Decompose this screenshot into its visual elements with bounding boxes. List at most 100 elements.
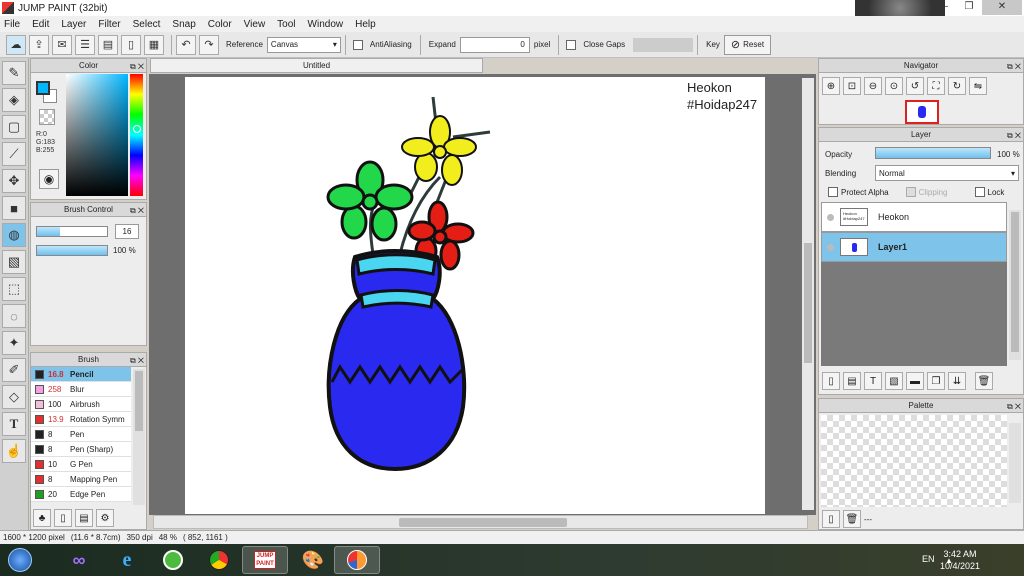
- blending-select[interactable]: Normal ▾: [875, 165, 1019, 181]
- close-gaps-checkbox[interactable]: [566, 39, 577, 50]
- menu-view[interactable]: View: [244, 19, 266, 30]
- brush-scroll-thumb[interactable]: [135, 371, 143, 431]
- rotate-left-icon[interactable]: ↺: [906, 77, 924, 95]
- layer-row-layer1[interactable]: Layer1: [821, 232, 1007, 262]
- brush-scrollbar[interactable]: [133, 369, 145, 505]
- select-rect-icon[interactable]: ⬚: [2, 277, 26, 301]
- lock-checkbox[interactable]: [974, 187, 985, 197]
- firefox-icon[interactable]: [334, 546, 380, 574]
- redo-icon[interactable]: ↷: [199, 34, 219, 55]
- page-icon[interactable]: ▯: [121, 34, 141, 55]
- close-button[interactable]: ✕: [982, 0, 1022, 15]
- new-text-layer-icon[interactable]: T: [864, 372, 882, 390]
- coccoc-icon[interactable]: [150, 546, 196, 574]
- menu-layer[interactable]: Layer: [61, 19, 86, 30]
- magic-wand-icon[interactable]: ✦: [2, 331, 26, 355]
- brush-item[interactable]: 100 Airbrush: [31, 397, 131, 412]
- language-indicator[interactable]: EN: [922, 554, 935, 564]
- start-button[interactable]: [0, 546, 40, 574]
- hand-icon[interactable]: ☝: [2, 439, 26, 463]
- brush-item[interactable]: 10 G Pen: [31, 457, 131, 472]
- select-pen-icon[interactable]: ✐: [2, 358, 26, 382]
- eraser-icon[interactable]: ◈: [2, 88, 26, 112]
- minimize-button[interactable]: —: [930, 0, 956, 15]
- panel-controls-icon[interactable]: ⧉ ✕: [130, 204, 144, 218]
- new-swatch-icon[interactable]: ▯: [822, 510, 840, 528]
- clipping-checkbox[interactable]: [905, 187, 916, 197]
- flip-icon[interactable]: ⇋: [969, 77, 987, 95]
- menu-tool[interactable]: Tool: [277, 19, 295, 30]
- select-eraser-icon[interactable]: ◇: [2, 385, 26, 409]
- palette-icon[interactable]: ◉: [39, 169, 59, 189]
- new-folder-icon[interactable]: ▬: [906, 372, 924, 390]
- fill-rect-icon[interactable]: ■: [2, 196, 26, 220]
- gradient-icon[interactable]: ▧: [2, 250, 26, 274]
- chrome-icon[interactable]: [196, 546, 242, 574]
- panel-controls-icon[interactable]: ⧉ ✕: [1007, 60, 1021, 74]
- rectangle-icon[interactable]: ▢: [2, 115, 26, 139]
- brush-tree-icon[interactable]: ♣: [33, 509, 51, 527]
- zoom-in-icon[interactable]: ⊕: [822, 77, 840, 95]
- visibility-icon[interactable]: [827, 213, 834, 221]
- brush-size-input[interactable]: 16: [115, 224, 139, 239]
- horizontal-scroll-thumb[interactable]: [399, 518, 567, 527]
- new-raster-icon[interactable]: ▤: [843, 372, 861, 390]
- canvas-vertical-scrollbar[interactable]: [802, 78, 814, 510]
- reset-button[interactable]: ⊘ Reset: [723, 34, 772, 55]
- panel-controls-icon[interactable]: ⧉ ✕: [130, 60, 144, 74]
- vertical-scroll-thumb[interactable]: [804, 243, 812, 363]
- jump-paint-taskbar-icon[interactable]: JUMP PAINT: [242, 546, 288, 574]
- zoom-out-icon[interactable]: ⊖: [864, 77, 882, 95]
- new-layer-icon[interactable]: ▯: [822, 372, 840, 390]
- paint-icon[interactable]: 🎨: [290, 546, 336, 574]
- hue-handle[interactable]: [133, 125, 141, 133]
- brush-options-icon[interactable]: ▤: [75, 509, 93, 527]
- panel-controls-icon[interactable]: ⧉ ✕: [1007, 129, 1021, 143]
- cloud-icon[interactable]: ☁: [6, 34, 26, 55]
- layer-scrollbar[interactable]: [1009, 210, 1021, 360]
- canvas-horizontal-scrollbar[interactable]: [153, 515, 808, 529]
- menu-window[interactable]: Window: [308, 19, 344, 30]
- palette-swatches[interactable]: [821, 415, 1007, 507]
- restore-button[interactable]: ❐: [956, 0, 982, 15]
- antialiasing-checkbox[interactable]: [352, 39, 363, 50]
- lasso-icon[interactable]: ◌: [2, 304, 26, 328]
- foreground-color-swatch[interactable]: [36, 81, 50, 95]
- merge-layer-icon[interactable]: ⇊: [948, 372, 966, 390]
- protect-alpha-checkbox[interactable]: [828, 187, 838, 197]
- brush-size-slider[interactable]: [36, 226, 108, 237]
- navigator-preview[interactable]: [905, 100, 939, 124]
- brush-icon[interactable]: ✎: [2, 61, 26, 85]
- panel-controls-icon[interactable]: ⧉ ✕: [1007, 400, 1021, 414]
- menu-edit[interactable]: Edit: [32, 19, 49, 30]
- brush-settings-icon[interactable]: ⚙: [96, 509, 114, 527]
- undo-icon[interactable]: ↶: [176, 34, 196, 55]
- system-clock[interactable]: 3:42 AM 10/4/2021: [940, 548, 980, 572]
- text-icon[interactable]: T: [2, 412, 26, 436]
- new-brush-icon[interactable]: ▯: [54, 509, 72, 527]
- visibility-icon[interactable]: [827, 243, 834, 251]
- rotate-right-icon[interactable]: ↻: [948, 77, 966, 95]
- palette-scrollbar[interactable]: [1009, 423, 1021, 503]
- brush-item[interactable]: 258 Blur: [31, 382, 131, 397]
- color-picker-square[interactable]: [66, 74, 128, 196]
- menu-color[interactable]: Color: [208, 19, 232, 30]
- fit-window-icon[interactable]: ⛶: [927, 77, 945, 95]
- hue-slider[interactable]: [130, 74, 143, 196]
- close-gaps-slider[interactable]: [633, 37, 694, 52]
- zoom-actual-icon[interactable]: ⊙: [885, 77, 903, 95]
- menu-filter[interactable]: Filter: [98, 19, 120, 30]
- menu-snap[interactable]: Snap: [172, 19, 195, 30]
- bucket-fill-icon[interactable]: ◍: [2, 223, 26, 247]
- delete-layer-icon[interactable]: 🗑: [975, 372, 993, 390]
- brush-item[interactable]: 16.8 Pencil: [31, 367, 131, 382]
- menu-file[interactable]: File: [4, 19, 20, 30]
- new-halftone-icon[interactable]: ▧: [885, 372, 903, 390]
- layer-row-heokon[interactable]: Heokon #Hoidap247 Heokon: [821, 202, 1007, 232]
- visual-studio-icon[interactable]: ∞: [56, 546, 102, 574]
- transparent-swatch[interactable]: [39, 109, 55, 125]
- brush-item[interactable]: 13.9 Rotation Symm: [31, 412, 131, 427]
- share-icon[interactable]: ⇪: [29, 34, 49, 55]
- document-icon[interactable]: ▤: [98, 34, 118, 55]
- duplicate-layer-icon[interactable]: ❐: [927, 372, 945, 390]
